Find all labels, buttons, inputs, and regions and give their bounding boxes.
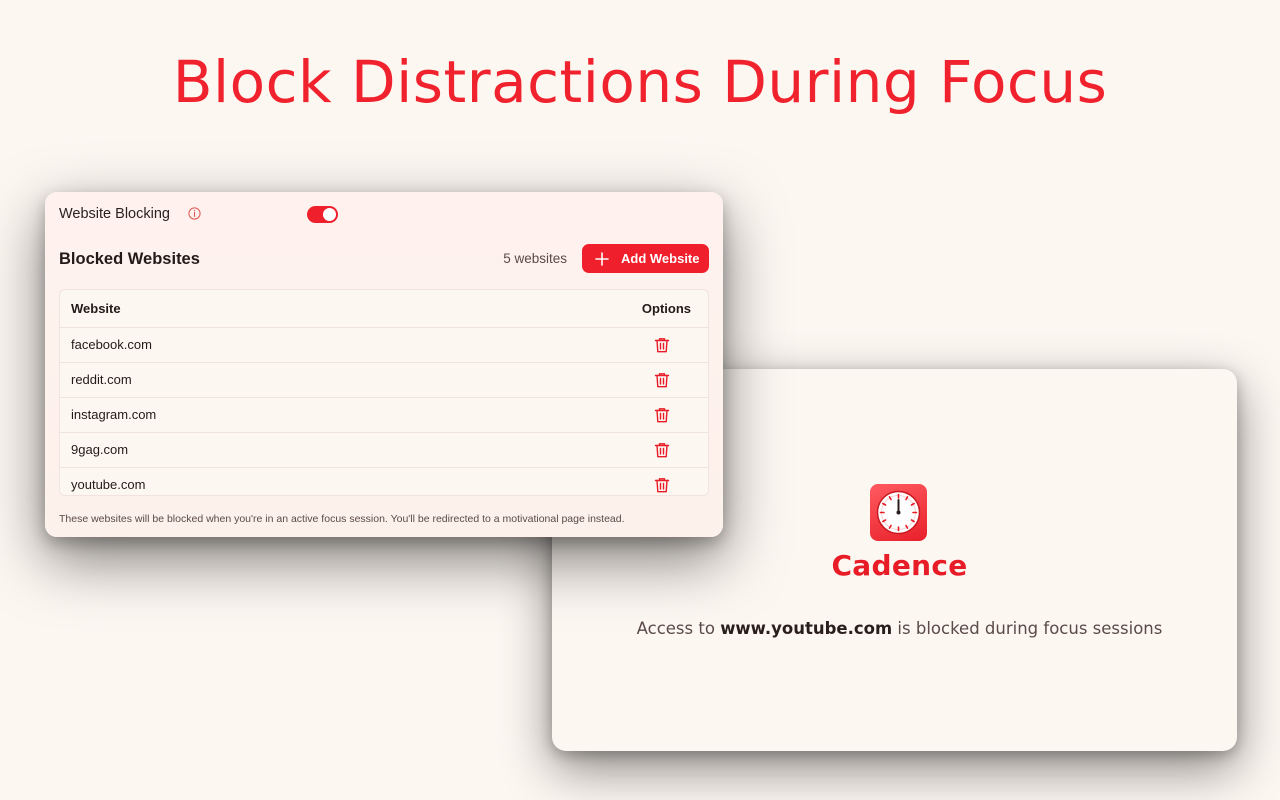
toggle-knob xyxy=(323,208,336,221)
trash-icon[interactable] xyxy=(653,371,671,389)
trash-icon[interactable] xyxy=(653,441,671,459)
column-header-website: Website xyxy=(71,301,121,316)
website-cell: instagram.com xyxy=(71,407,157,422)
app-name: Cadence xyxy=(831,549,968,582)
table-row: instagram.com xyxy=(60,398,708,433)
table-row: 9gag.com xyxy=(60,433,708,468)
table-row: reddit.com xyxy=(60,363,708,398)
plus-icon xyxy=(595,251,609,266)
website-count: 5 websites xyxy=(503,251,567,266)
column-header-options: Options xyxy=(641,301,691,316)
blocked-websites-table: Website Options facebook.com reddit.com … xyxy=(59,289,709,496)
trash-icon[interactable] xyxy=(653,476,671,494)
trash-icon[interactable] xyxy=(653,336,671,354)
table-row: facebook.com xyxy=(60,328,708,363)
info-icon[interactable] xyxy=(188,207,201,220)
trash-icon[interactable] xyxy=(653,406,671,424)
website-cell: 9gag.com xyxy=(71,442,129,457)
clock-icon xyxy=(870,484,927,541)
table-row: youtube.com xyxy=(60,468,708,502)
website-cell: youtube.com xyxy=(71,477,146,492)
blocking-footnote: These websites will be blocked when you'… xyxy=(59,513,625,525)
website-blocking-toggle[interactable] xyxy=(307,206,338,223)
blocked-message-suffix: is blocked during focus sessions xyxy=(892,619,1163,638)
table-header: Website Options xyxy=(60,290,708,328)
section-title: Blocked Websites xyxy=(59,250,200,268)
blocked-url: www.youtube.com xyxy=(720,619,893,638)
blocked-message: Access to www.youtube.com is blocked dur… xyxy=(552,619,1247,638)
blocked-message-prefix: Access to xyxy=(636,619,721,638)
add-website-button[interactable]: Add Website xyxy=(582,244,709,273)
website-blocking-label: Website Blocking xyxy=(59,206,170,222)
website-cell: reddit.com xyxy=(71,372,132,387)
page-headline: Block Distractions During Focus xyxy=(172,48,1108,116)
add-website-label: Add Website xyxy=(621,251,700,266)
website-cell: facebook.com xyxy=(71,337,152,352)
website-blocking-panel: Website Blocking Blocked Websites 5 webs… xyxy=(45,192,723,537)
